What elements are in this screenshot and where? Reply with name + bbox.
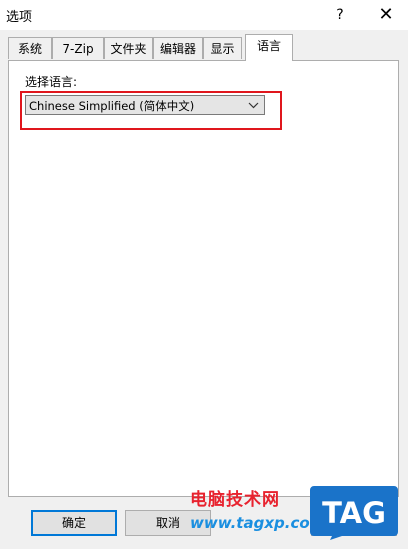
window-title: 选项 — [6, 10, 33, 25]
tab-language[interactable]: 语言 — [245, 34, 293, 61]
tab-system[interactable]: 系统 — [8, 37, 52, 59]
title-bar: 选项 ? ✕ — [0, 0, 408, 30]
language-tab-panel: 选择语言: Chinese Simplified (简体中文) — [8, 60, 399, 497]
tab-display[interactable]: 显示 — [203, 37, 242, 59]
select-language-label: 选择语言: — [25, 75, 78, 89]
ok-button[interactable]: 确定 — [31, 510, 117, 536]
chevron-down-icon — [248, 102, 259, 109]
watermark-url: www.tagxp.com — [190, 514, 326, 532]
close-icon: ✕ — [378, 4, 394, 25]
language-select-value: Chinese Simplified (简体中文) — [29, 99, 195, 113]
svg-text:TAG: TAG — [322, 496, 386, 530]
watermark-site-name: 电脑技术网 — [190, 490, 280, 510]
tag-logo-icon: TAG — [310, 486, 398, 540]
help-title-button[interactable]: ? — [324, 0, 356, 30]
options-dialog: 选项 ? ✕ 系统 7-Zip 文件夹 编辑器 显示 语言 选择语言: Chin… — [0, 0, 408, 549]
language-select[interactable]: Chinese Simplified (简体中文) — [25, 95, 265, 115]
close-button[interactable]: ✕ — [366, 0, 406, 30]
tab-7zip[interactable]: 7-Zip — [52, 37, 104, 59]
tab-folders[interactable]: 文件夹 — [104, 37, 153, 59]
tab-editor[interactable]: 编辑器 — [153, 37, 203, 59]
